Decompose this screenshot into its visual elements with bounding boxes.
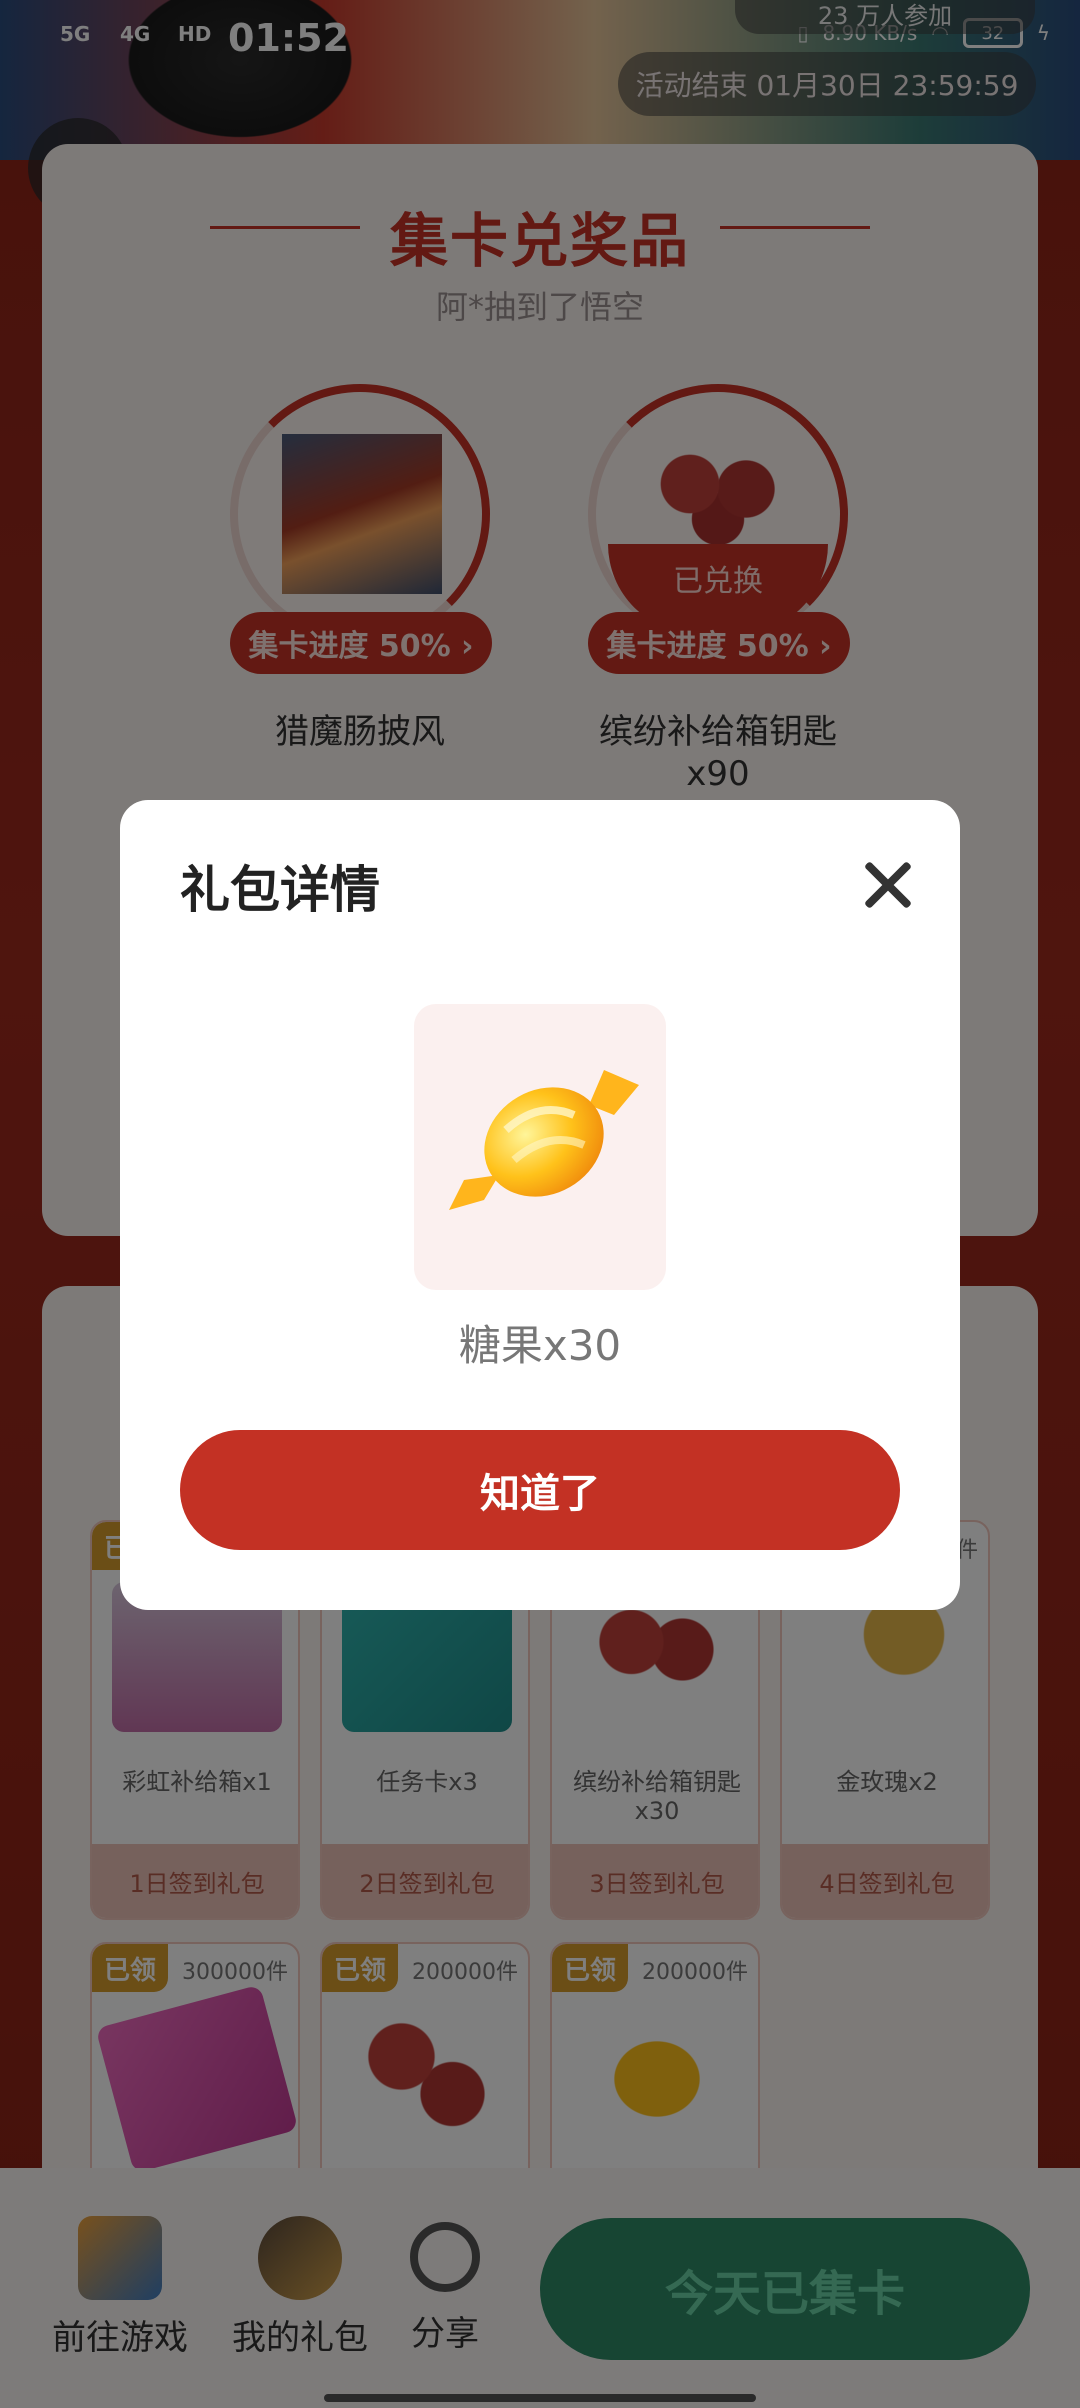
dialog-title: 礼包详情 (180, 861, 380, 919)
close-icon[interactable] (854, 850, 924, 920)
page: 5G 4G HD 01:52 ▯ 8.90 KB/s ◠ 32 ϟ 23 万人参… (0, 0, 1080, 2408)
candy-icon (449, 1070, 639, 1210)
gift-item-name: 糖果x30 (458, 1321, 622, 1370)
confirm-button[interactable]: 知道了 (180, 1430, 900, 1550)
gift-details-dialog: 礼包详情 糖果x30 知道了 (120, 800, 960, 1610)
gift-item-box (414, 1004, 666, 1290)
